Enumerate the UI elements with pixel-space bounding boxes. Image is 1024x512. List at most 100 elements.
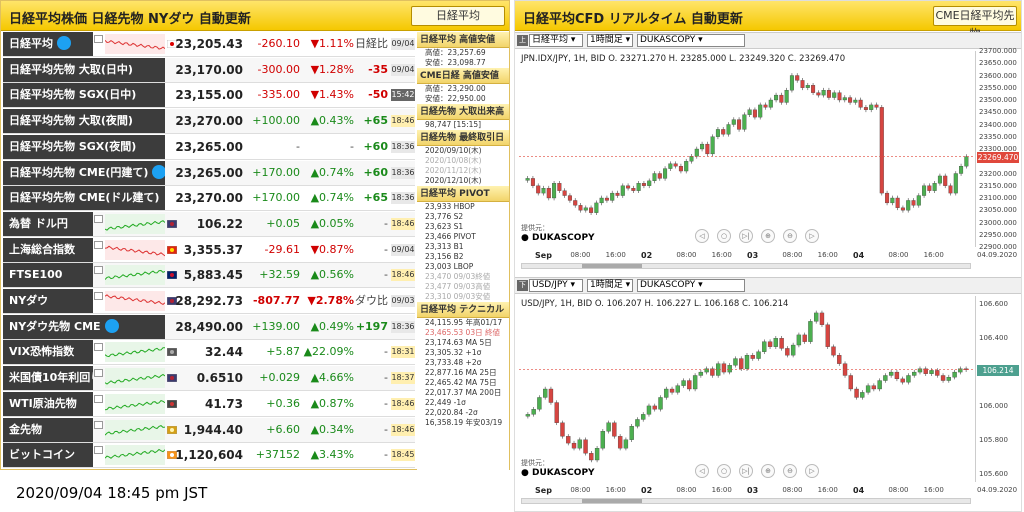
candle-body bbox=[668, 163, 673, 169]
zoom-start-icon[interactable]: ◁ bbox=[695, 229, 709, 243]
quote-row[interactable]: NYダウ先物 CME 28,490.00 +139.00 ▲0.49% +197 18:3… bbox=[3, 314, 415, 340]
info-icon[interactable] bbox=[94, 343, 103, 352]
quote-row[interactable]: NYダウ 28,292.73 -807.77 ▼2.78% ダウ比 09/03 bbox=[3, 289, 415, 314]
candle-body bbox=[758, 104, 763, 118]
quote-row[interactable]: 日経平均先物 大取(日中) 23,170.00 -300.00 ▼1.28% -35 09… bbox=[3, 57, 415, 83]
candle-body bbox=[715, 129, 720, 137]
quote-row[interactable]: 日経平均先物 SGX(日中) 23,155.00 -335.00 ▼1.43% -50 1… bbox=[3, 83, 415, 109]
x-tick-label: 16:00 bbox=[605, 251, 626, 259]
chart-scrollbar[interactable] bbox=[521, 498, 971, 504]
quote-row[interactable]: WTI原油先物 41.73 +0.36 ▲0.87% -18:46 bbox=[3, 391, 415, 417]
info-icon[interactable] bbox=[94, 214, 103, 223]
interval-select[interactable]: 1時間足 ▾ bbox=[587, 279, 633, 292]
candle-body bbox=[658, 397, 663, 410]
next-icon[interactable]: ▷ bbox=[805, 229, 819, 243]
candle-body bbox=[554, 402, 559, 423]
info-icon[interactable] bbox=[94, 266, 103, 275]
twitter-icon[interactable] bbox=[104, 318, 119, 333]
quote-row[interactable]: 日経平均先物 CME(ドル建て) 23,270.00 +170.00 ▲0.74% +6… bbox=[3, 186, 415, 212]
twitter-icon[interactable] bbox=[57, 36, 71, 50]
quote-row[interactable]: 日経平均先物 SGX(夜間) 23,265.00- - +60 18:36 bbox=[3, 134, 415, 160]
candle-body bbox=[888, 371, 894, 376]
row-diff: - bbox=[384, 422, 388, 436]
zoom-out-icon[interactable]: ○ bbox=[717, 229, 731, 243]
x-tick-label: 02 bbox=[641, 486, 653, 495]
reset-icon[interactable]: ▷| bbox=[739, 229, 753, 243]
scrollbar-thumb[interactable] bbox=[582, 264, 642, 268]
next-icon[interactable]: ▷ bbox=[805, 464, 819, 478]
source-select[interactable]: DUKASCOPY ▾ bbox=[637, 34, 745, 47]
quote-row[interactable]: 上海総合指数 3,355.37 -29.61 ▼0.87% -09/04 bbox=[3, 237, 415, 263]
quote-row[interactable]: 金先物 1,944.40 +6.60 ▲0.34% -18:46 bbox=[3, 417, 415, 443]
info-icon[interactable] bbox=[94, 35, 103, 43]
info-icon[interactable] bbox=[94, 446, 103, 455]
row-label[interactable]: 金先物 bbox=[3, 417, 93, 442]
zoom-minus-icon[interactable]: ⊖ bbox=[783, 229, 797, 243]
chart-scrollbar[interactable] bbox=[521, 263, 971, 269]
scrollbar-thumb[interactable] bbox=[582, 499, 642, 503]
row-label[interactable]: NYダウ bbox=[3, 289, 93, 313]
zoom-in-icon[interactable]: ⊕ bbox=[761, 464, 775, 478]
row-label[interactable]: 日経平均先物 CME(ドル建て) bbox=[3, 186, 165, 211]
quote-row[interactable]: 日経平均先物 CME(円建て) 23,265.00 +170.00 ▲0.74% +60… bbox=[3, 160, 415, 186]
row-label[interactable]: NYダウ先物 CME bbox=[3, 314, 165, 339]
interval-select[interactable]: 1時間足 ▾ bbox=[587, 34, 633, 47]
candle-body bbox=[784, 90, 789, 103]
row-label-text: 日経平均 bbox=[9, 37, 53, 50]
row-label[interactable]: 上海総合指数 bbox=[3, 237, 93, 262]
symbol-select[interactable]: USD/JPY ▾ bbox=[529, 279, 583, 292]
row-label[interactable]: 為替 ドル円 bbox=[3, 211, 93, 236]
mini-chart bbox=[105, 34, 165, 54]
nikkei-button[interactable]: 日経平均 bbox=[411, 6, 505, 26]
quote-row[interactable]: FTSE100 5,883.45 +32.59 ▲0.56% -18:46 bbox=[3, 263, 415, 289]
side-line: 22,449 -1σ bbox=[425, 398, 466, 407]
row-label[interactable]: ビットコイン bbox=[3, 443, 93, 468]
twitter-icon[interactable] bbox=[152, 164, 165, 179]
candle-body bbox=[620, 185, 625, 196]
source-select[interactable]: DUKASCOPY ▾ bbox=[637, 279, 745, 292]
row-label[interactable]: WTI原油先物 bbox=[3, 391, 93, 416]
row-label[interactable]: 米国債10年利回り bbox=[3, 366, 93, 391]
row-label[interactable]: 日経平均先物 SGX(夜間) bbox=[3, 134, 165, 159]
zoom-out-icon[interactable]: ○ bbox=[717, 464, 731, 478]
info-icon[interactable] bbox=[94, 292, 103, 300]
side-section-title: 日経先物 最終取引日 bbox=[417, 130, 509, 146]
row-label[interactable]: 日経平均先物 CME(円建て) bbox=[3, 160, 165, 185]
candle-body bbox=[612, 422, 617, 437]
info-icon[interactable] bbox=[94, 394, 103, 403]
row-label[interactable]: 日経平均先物 大取(日中) bbox=[3, 57, 165, 82]
quote-row[interactable]: 日経平均先物 大取(夜間) 23,270.00 +100.00 ▲0.43% +65 18… bbox=[3, 109, 415, 135]
row-label[interactable]: VIX恐怖指数 bbox=[3, 340, 93, 365]
mini-chart-bg bbox=[105, 445, 165, 466]
candle-body bbox=[626, 185, 631, 189]
row-label[interactable]: 日経平均先物 SGX(日中) bbox=[3, 83, 165, 108]
candle-body bbox=[937, 175, 942, 184]
candle-body bbox=[525, 178, 530, 181]
zoom-minus-icon[interactable]: ⊖ bbox=[783, 464, 797, 478]
market-table-panel: 日経平均株価 日経先物 NYダウ 自動更新 日経平均 日経平均 23,205.43… bbox=[0, 0, 510, 470]
quote-row[interactable]: ビットコイン 1,120,604 +37152 ▲3.43% -18:45 bbox=[3, 443, 415, 469]
y-tick-label: 22950.000 bbox=[979, 230, 1017, 239]
quote-row[interactable]: 米国債10年利回り 0.6510 +0.029 ▲4.66% -18:37 bbox=[3, 366, 415, 392]
quote-row[interactable]: VIX恐怖指数 32.44 +5.87 ▲22.09% -18:31 bbox=[3, 340, 415, 366]
quote-row[interactable]: 為替 ドル円 106.22 +0.05 ▲0.05% -18:46 bbox=[3, 211, 415, 237]
row-label[interactable]: 日経平均先物 大取(夜間) bbox=[3, 109, 165, 134]
row-percent: ▲3.43% bbox=[310, 448, 354, 462]
nikkei-cfd-chart: 上日経平均 ▾ 1時間足 ▾ DUKASCOPY ▾ JPN.IDX/JPY, 1H,… bbox=[515, 32, 1021, 276]
zoom-start-icon[interactable]: ◁ bbox=[695, 464, 709, 478]
row-label[interactable]: 日経平均 bbox=[3, 32, 93, 56]
quote-row[interactable]: 日経平均 23,205.43 -260.10 ▼1.11% 日経比 09/04 bbox=[3, 32, 415, 57]
info-icon[interactable] bbox=[94, 240, 103, 249]
y-tick-label: 23100.000 bbox=[979, 194, 1017, 202]
zoom-in-icon[interactable]: ⊕ bbox=[761, 229, 775, 243]
cme-nikkei-button[interactable]: CME日経平均先物 bbox=[933, 6, 1017, 40]
chart-position-badge: 上 bbox=[517, 35, 528, 46]
info-icon[interactable] bbox=[94, 420, 103, 429]
reset-icon[interactable]: ▷| bbox=[739, 464, 753, 478]
candle-body bbox=[890, 197, 895, 204]
info-icon[interactable] bbox=[94, 369, 103, 378]
symbol-select[interactable]: 日経平均 ▾ bbox=[529, 34, 583, 47]
mini-chart-bg bbox=[105, 291, 165, 311]
candle-body bbox=[763, 104, 768, 108]
row-label[interactable]: FTSE100 bbox=[3, 263, 93, 288]
